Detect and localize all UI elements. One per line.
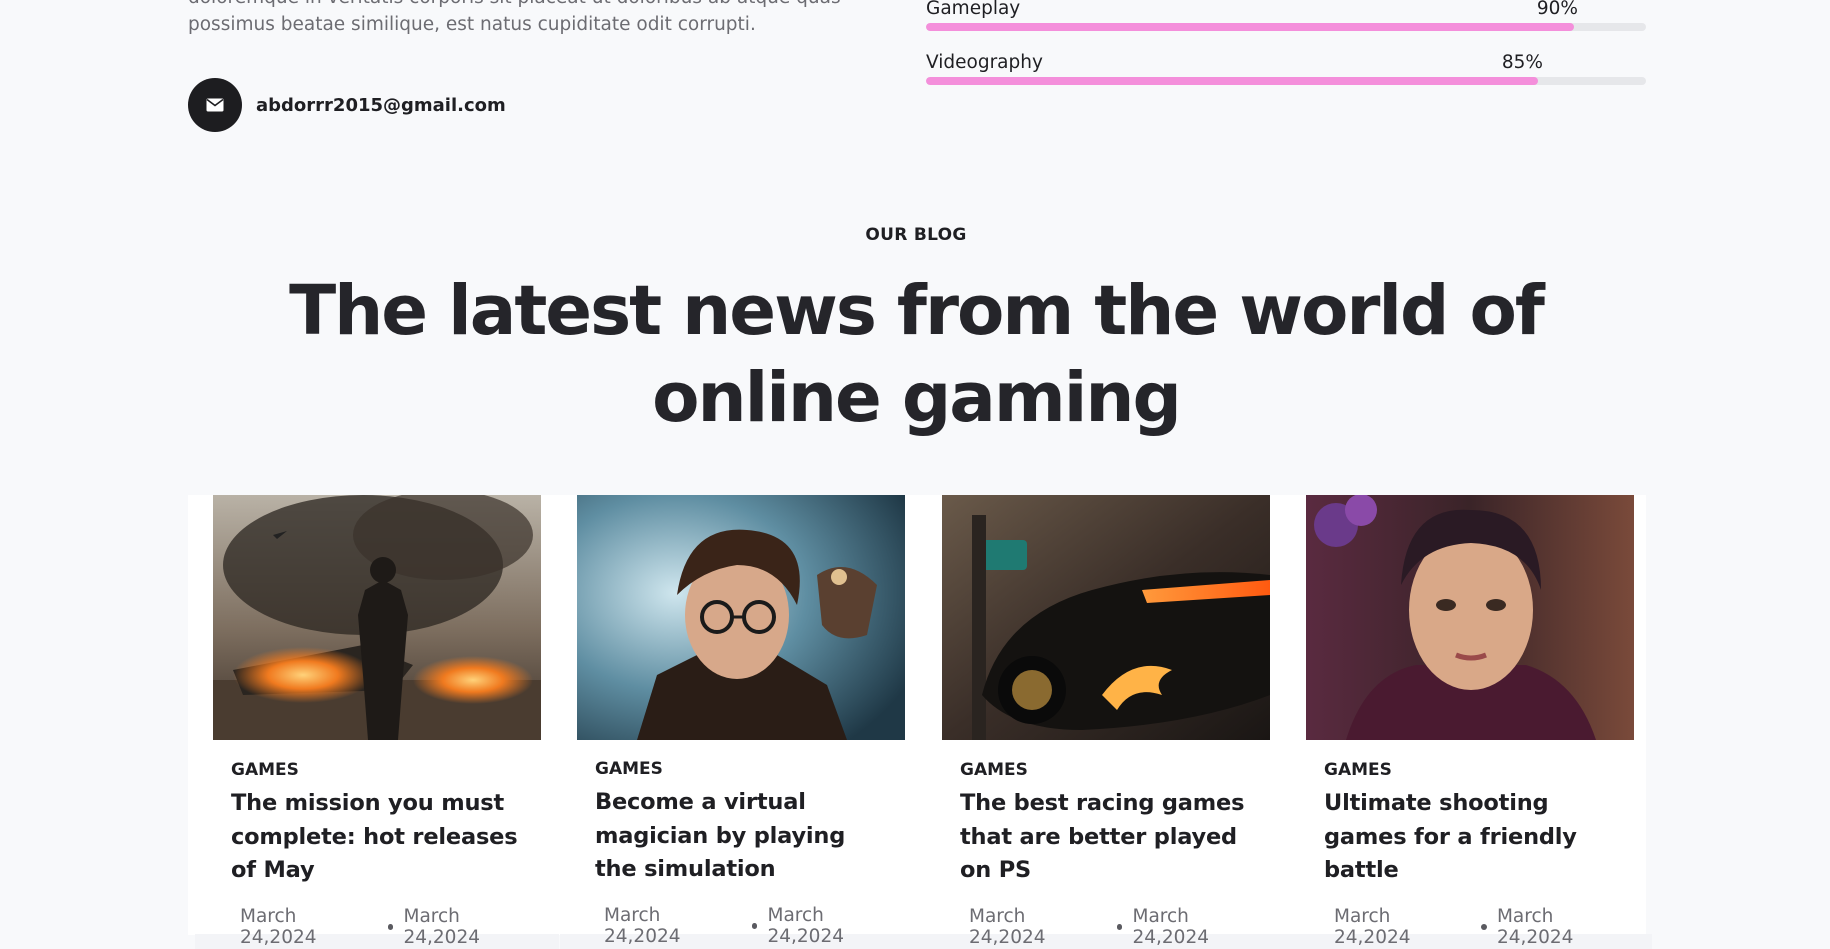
blog-card-image[interactable] [1306, 495, 1634, 740]
blog-card-category: GAMES [595, 759, 663, 779]
blog-card[interactable]: GAMES The best racing games that are bet… [942, 495, 1270, 948]
separator-dot [1116, 923, 1123, 930]
blog-card-title[interactable]: Become a virtual magician by playing the… [595, 786, 893, 887]
blog-card-category: GAMES [960, 760, 1028, 780]
skill-videography: Videography 85% [926, 48, 1646, 102]
blog-card-date: March 24,2024 [1334, 905, 1411, 948]
blog-card[interactable]: GAMES The mission you must complete: hot… [213, 495, 541, 948]
blog-card[interactable]: GAMES Become a virtual magician by playi… [577, 495, 905, 947]
blog-eyebrow: OUR BLOG [865, 225, 967, 245]
blog-card-date: March 24,2024 [403, 905, 480, 948]
blog-card-date: March 24,2024 [969, 905, 1046, 948]
blog-card-date: March 24,2024 [1496, 905, 1574, 948]
blog-card-category: GAMES [231, 760, 299, 780]
envelope-icon [188, 78, 242, 132]
blog-card-meta: March 24,2024 March 24,2024 [969, 906, 1270, 948]
blog-card-category: GAMES [1324, 760, 1392, 780]
blog-card-title[interactable]: Ultimate shooting games for a friendly b… [1324, 787, 1622, 888]
separator-dot [387, 923, 394, 930]
blog-card-image[interactable] [942, 495, 1270, 740]
skills-list: Gameplay 90% Videography 85% [926, 0, 1646, 102]
blog-card-meta: March 24,2024 March 24,2024 [1334, 906, 1634, 948]
skill-name: Gameplay [926, 0, 1021, 19]
blog-title: The latest news from the world of online… [289, 271, 1545, 438]
about-paragraph-text: doloremque in veritatis corporis sit pla… [188, 0, 841, 35]
blog-card-meta: March 24,2024 March 24,2024 [604, 905, 905, 947]
email-link[interactable]: abdorrr2015@gmail.com [256, 95, 506, 116]
blog-card-image[interactable] [577, 495, 905, 740]
blog-card-date: March 24,2024 [240, 905, 317, 948]
blog-card-image[interactable] [213, 495, 541, 740]
about-paragraph: doloremque in veritatis corporis sit pla… [188, 0, 888, 38]
blog-card-date: March 24,2024 [604, 904, 681, 947]
blog-card-title[interactable]: The best racing games that are better pl… [960, 787, 1258, 888]
blog-card-title[interactable]: The mission you must complete: hot relea… [231, 787, 529, 888]
blog-card-meta: March 24,2024 March 24,2024 [240, 906, 541, 948]
skill-percent: 85% [1501, 52, 1543, 73]
blog-card[interactable]: GAMES Ultimate shooting games for a frie… [1306, 495, 1634, 948]
skill-gameplay: Gameplay 90% [926, 0, 1646, 48]
skill-progress-fill [926, 23, 1574, 31]
separator-dot [751, 922, 758, 929]
skill-name: Videography [926, 52, 1043, 73]
skill-percent: 90% [1536, 0, 1578, 19]
blog-card-date: March 24,2024 [1132, 905, 1209, 948]
email-contact[interactable]: abdorrr2015@gmail.com [188, 78, 506, 132]
skill-progress-fill [926, 77, 1538, 85]
skill-progress-track [926, 77, 1646, 85]
skill-progress-track [926, 23, 1646, 31]
blog-card-date: March 24,2024 [767, 904, 844, 947]
separator-dot [1481, 923, 1487, 930]
